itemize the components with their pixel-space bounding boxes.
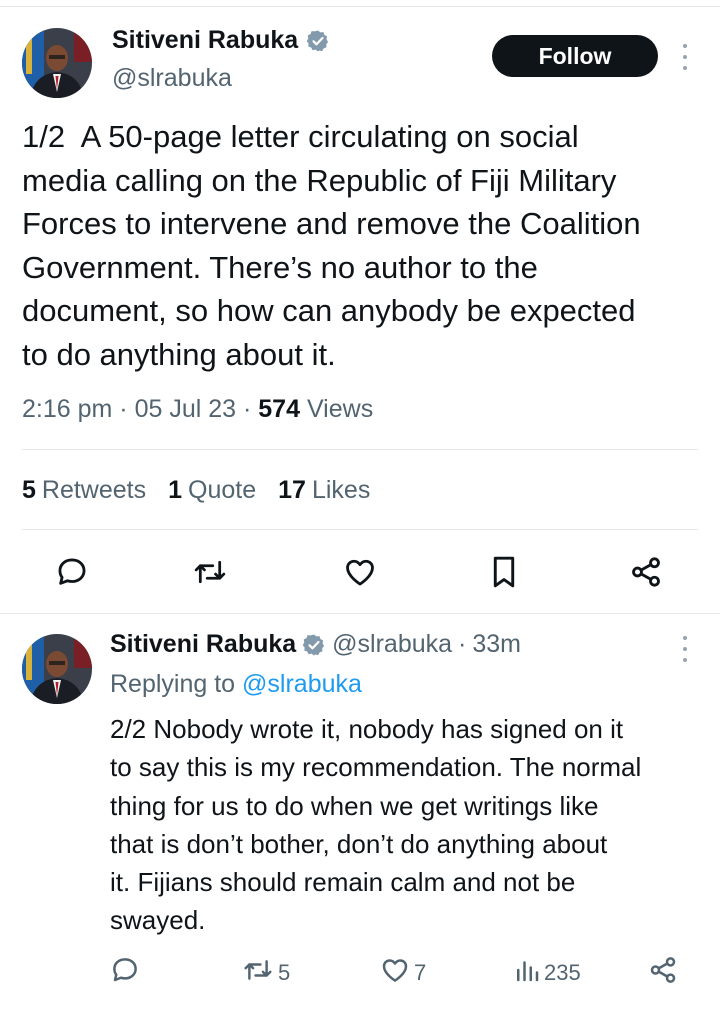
tweet-meta: 2:16 pm · 05 Jul 23 · 574 Views [22,395,373,424]
retweets-count: 5 [22,476,36,504]
author-name-row: Sitiveni Rabuka [112,26,330,55]
reply-button[interactable] [52,552,92,592]
reply-author-handle[interactable]: @slrabuka [332,630,452,659]
quotes-stat[interactable]: 1 Quote [168,476,256,505]
divider [22,529,698,530]
reply-views-button[interactable]: 235 [514,955,581,991]
reply-text: 2/2 Nobody wrote it, nobody has signed o… [110,714,642,936]
share-button[interactable] [626,552,666,592]
follow-button[interactable]: Follow [492,35,658,77]
tweet-date[interactable]: 05 Jul 23 [135,395,236,423]
verified-badge-icon [302,633,326,657]
reply-like-button[interactable]: 7 [380,955,426,991]
bookmark-button[interactable] [484,552,524,592]
more-options-icon[interactable] [680,636,690,662]
views-count: 574 [258,395,300,423]
quotes-count: 1 [168,476,183,504]
share-icon [629,555,663,589]
reply-age[interactable]: 33m [472,630,521,659]
engagement-stats: 5 Retweets 1 Quote 17 Likes [22,476,370,505]
reply-views-count: 235 [544,960,581,985]
verified-badge-icon [306,29,330,53]
bookmark-icon [488,554,520,590]
reply-header: Sitiveni Rabuka @slrabuka · 33m [110,630,521,659]
replying-to: Replying to @slrabuka [110,670,362,699]
author-handle[interactable]: @slrabuka [112,64,232,93]
meta-separator: · [458,630,467,658]
retweet-button[interactable] [190,552,230,592]
reply-retweet-count: 5 [278,960,291,985]
likes-label: Likes [311,476,371,504]
quotes-label: Quote [188,476,257,504]
reply-share-button[interactable] [648,955,678,991]
meta-separator: · [119,395,135,423]
likes-stat[interactable]: 17 Likes [278,476,370,505]
views-icon [514,955,540,991]
tweet-text: 1/2 A 50-page letter circulating on soci… [22,119,641,372]
reply-author-name[interactable]: Sitiveni Rabuka [110,630,296,659]
share-icon [648,955,678,991]
meta-separator: · [243,395,259,423]
retweets-stat[interactable]: 5 Retweets [22,476,146,505]
tweet-time[interactable]: 2:16 pm [22,395,112,423]
like-icon [343,555,377,589]
reply-icon [110,955,140,991]
tweet-separator [0,613,720,614]
retweet-icon [192,555,228,589]
more-options-icon[interactable] [680,44,690,70]
reply-icon [55,555,89,589]
reply-retweet-button[interactable]: 5 [242,955,290,991]
reply-reply-button[interactable] [110,955,140,991]
like-icon [380,955,410,991]
reply-like-count: 7 [414,960,427,985]
likes-count: 17 [278,476,306,504]
retweets-label: Retweets [41,476,147,504]
views-label: Views [306,395,374,423]
like-button[interactable] [340,552,380,592]
replying-prefix: Replying to [110,670,236,698]
author-avatar[interactable] [22,28,92,98]
replying-to-link[interactable]: @slrabuka [242,670,362,698]
retweet-icon [242,955,274,991]
reply-author-avatar[interactable] [22,634,92,704]
divider [22,449,698,450]
top-divider [0,6,720,7]
author-name[interactable]: Sitiveni Rabuka [112,26,298,55]
